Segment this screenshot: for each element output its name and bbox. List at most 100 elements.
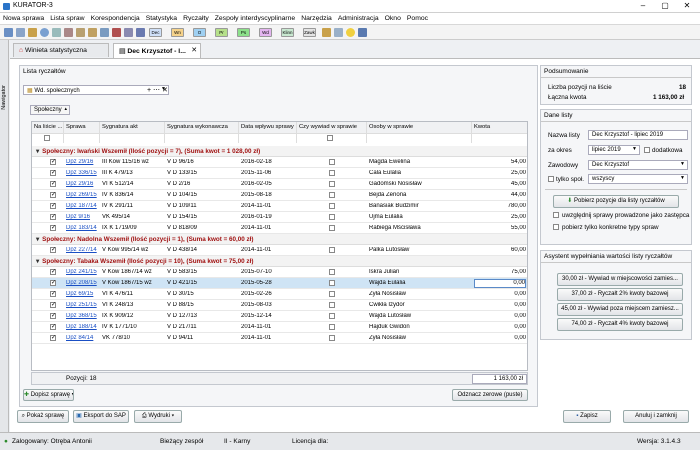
amount[interactable]: 55,00 <box>474 225 526 231</box>
col-na-liscie[interactable]: Na liście ... <box>32 122 64 133</box>
save-button[interactable]: ▪ Zapisz <box>563 410 611 423</box>
col-kwota[interactable]: Kwota <box>472 122 527 133</box>
include-checkbox[interactable]: ✓ <box>50 159 56 165</box>
table-row[interactable]: ✓ Dpz 69/15 VI K 476/11 V D 30/15 2015-02-26… <box>32 289 527 300</box>
include-checkbox[interactable]: ✓ <box>50 313 56 319</box>
groupby-button[interactable]: Społeczny ▴ <box>30 105 70 115</box>
col-osoby[interactable]: Osoby w sprawie <box>367 122 472 133</box>
menu-okno[interactable]: Okno <box>382 13 404 25</box>
menu-zespoly[interactable]: Zespoły interdyscyplinarne <box>212 13 298 25</box>
table-row[interactable]: ✓ Dpz 29/16 III Kow 115/16 wz V D 96/16 2016… <box>32 157 527 168</box>
table-row[interactable]: ✓ Dpz 84/14 VK 778/10 V D 94/11 2014-11-01 Ży… <box>32 333 527 344</box>
col-sygnatura-akt[interactable]: Sygnatura akt <box>100 122 165 133</box>
include-checkbox[interactable]: ✓ <box>50 170 56 176</box>
menu-pomoc[interactable]: Pomoc <box>404 13 431 25</box>
interview-checkbox[interactable] <box>329 203 335 209</box>
table-row[interactable]: ✓ Dpz 269/15 IV K 836/14 V D 104/15 2015-08-… <box>32 190 527 201</box>
amount[interactable]: 0,00 <box>474 324 526 330</box>
interview-checkbox[interactable] <box>329 170 335 176</box>
filter-cell[interactable] <box>472 133 527 143</box>
menu-statystyka[interactable]: Statystyka <box>143 13 180 25</box>
amount[interactable]: 0,00 <box>474 279 526 288</box>
filter-cell[interactable] <box>32 133 64 143</box>
case-link[interactable]: Dpz 368/15 <box>66 313 100 319</box>
add-case-button[interactable]: ✚ Dopisz sprawę ▾ <box>23 389 74 401</box>
search-icon[interactable] <box>40 28 49 37</box>
bulb-icon[interactable] <box>346 28 355 37</box>
include-checkbox[interactable]: ✓ <box>50 280 56 286</box>
amount[interactable]: 25,00 <box>474 214 526 220</box>
preset-37-button[interactable]: 37,00 zł - Ryczałt 2% kwoty bazowej <box>557 288 683 301</box>
name-field[interactable]: Dec Krzysztof - lipiec 2019 <box>588 130 688 140</box>
stats-icon[interactable] <box>136 28 145 37</box>
navigator-strip[interactable]: Nawigator <box>0 40 9 432</box>
help-icon[interactable] <box>358 28 367 37</box>
user-icon[interactable] <box>100 28 109 37</box>
print-icon[interactable] <box>52 28 61 37</box>
amount[interactable]: 60,00 <box>474 247 526 253</box>
case-link[interactable]: Dpz 188/14 <box>66 324 100 330</box>
amount[interactable]: 25,00 <box>474 170 526 176</box>
table-row[interactable]: ✓ Dpz 368/15 IX K 909/12 V D 127/13 2015-12-… <box>32 311 527 322</box>
interview-checkbox[interactable] <box>329 302 335 308</box>
col-sprawa[interactable]: Sprawa <box>64 122 100 133</box>
amount[interactable]: 44,00 <box>474 192 526 198</box>
export-sap-button[interactable]: ▣ Eksport do SAP <box>73 410 129 423</box>
interview-checkbox[interactable] <box>329 247 335 253</box>
deputy-checkbox[interactable] <box>553 212 559 218</box>
interview-checkbox[interactable] <box>329 335 335 341</box>
case-link[interactable]: Dpz 251/15 <box>66 302 100 308</box>
include-checkbox[interactable]: ✓ <box>50 291 56 297</box>
collapse-icon[interactable]: ▾ <box>36 258 39 265</box>
group-header[interactable]: ▾ Społeczny: Tabaka Wszemił (Ilość pozycj… <box>32 256 527 267</box>
period-combo[interactable]: lipiec 2019 ▼ <box>588 145 640 155</box>
amount[interactable]: 75,00 <box>474 269 526 275</box>
interview-checkbox[interactable] <box>329 280 335 286</box>
social-combo[interactable]: wszyscy ▼ <box>588 174 688 184</box>
preset-30-button[interactable]: 30,00 zł - Wywiad w miejscowości zamies.… <box>557 273 683 286</box>
chip-dec[interactable]: Dec <box>149 28 162 37</box>
table-row[interactable]: ✓ Dpz 241/15 V Kow 1867/14 wz V D 583/15 201… <box>32 267 527 278</box>
case-link[interactable]: Dpz 29/16 <box>66 181 100 187</box>
open-icon[interactable] <box>16 28 25 37</box>
include-checkbox[interactable]: ✓ <box>50 335 56 341</box>
filter-cell[interactable] <box>165 133 239 143</box>
chip-zawk[interactable]: Zawk <box>303 28 316 37</box>
col-data-wplywu[interactable]: Data wpływu sprawy <box>239 122 297 133</box>
case-link[interactable]: Dpz 241/15 <box>66 269 100 275</box>
interview-checkbox[interactable] <box>329 225 335 231</box>
team-label[interactable]: Bieżący zespół <box>160 438 203 445</box>
include-checkbox[interactable]: ✓ <box>50 324 56 330</box>
table-row[interactable]: ✓ Dpz 208/15 V Kow 1867/15 wz V D 421/15 201… <box>32 278 527 289</box>
amount[interactable]: 0,00 <box>474 335 526 341</box>
close-tab-icon[interactable]: ✕ <box>191 46 197 54</box>
include-checkbox[interactable]: ✓ <box>50 269 56 275</box>
table-row[interactable]: ✓ Dpz 188/14 IV K 1771/10 V D 217/11 2014-11… <box>32 322 527 333</box>
include-checkbox[interactable]: ✓ <box>50 302 56 308</box>
interview-checkbox[interactable] <box>329 269 335 275</box>
case-link[interactable]: Dpz 269/15 <box>66 192 100 198</box>
menu-lista-spraw[interactable]: Lista spraw <box>47 13 87 25</box>
new-icon[interactable] <box>4 28 13 37</box>
include-checkbox[interactable]: ✓ <box>50 181 56 187</box>
group-header[interactable]: ▾ Społeczny: Iwański Wszemił (Ilość pozyc… <box>32 146 527 157</box>
table-row[interactable]: ✓ Dpz 251/15 VI K 248/13 V D 88/15 2015-08-0… <box>32 300 527 311</box>
case-link[interactable]: Dpz 29/16 <box>66 159 100 165</box>
include-checkbox[interactable]: ✓ <box>50 192 56 198</box>
interview-checkbox[interactable] <box>329 291 335 297</box>
chip-pr[interactable]: Pr <box>215 28 228 37</box>
uncheck-zero-button[interactable]: Odznacz zerowe (puste) <box>452 389 528 401</box>
amount[interactable]: 45,00 <box>474 181 526 187</box>
cancel-close-button[interactable]: Anuluj i zamknij <box>623 410 689 423</box>
table-row[interactable]: ✓ Dpz 29/16 VI K 512/14 V D 2/16 2016-02-05 G… <box>32 179 527 190</box>
archive-icon[interactable] <box>76 28 85 37</box>
filter-cell[interactable] <box>367 133 472 143</box>
menu-narzedzia[interactable]: Narzędzia <box>298 13 335 25</box>
amount[interactable]: 0,00 <box>474 313 526 319</box>
include-checkbox[interactable]: ✓ <box>50 247 56 253</box>
amount[interactable]: 0,00 <box>474 291 526 297</box>
case-link[interactable]: Dpz 208/15 <box>66 280 100 286</box>
case-link[interactable]: Dpz 9/16 <box>66 214 100 220</box>
chip-wd[interactable]: Wd <box>259 28 272 37</box>
chip-klinn[interactable]: Klinn <box>281 28 294 37</box>
